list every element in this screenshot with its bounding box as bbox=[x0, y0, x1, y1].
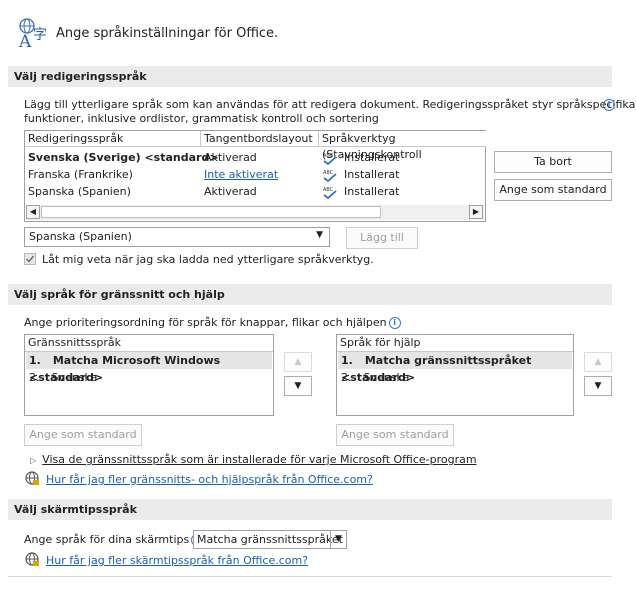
row-proofing: ABC Installerat bbox=[322, 185, 400, 200]
move-down-button[interactable]: ▼ bbox=[284, 376, 312, 396]
language-icon: A 字 bbox=[17, 17, 51, 52]
spellcheck-icon: ABC bbox=[322, 169, 338, 183]
more-ui-languages-link[interactable]: Hur får jag fler gränssnitts- och hjälps… bbox=[46, 473, 373, 486]
scrollbar-thumb[interactable] bbox=[41, 206, 381, 218]
screentip-label: Ange språk för dina skärmtipsi bbox=[24, 533, 204, 546]
ui-help-description: Ange prioriteringsordning för språk för … bbox=[24, 316, 401, 329]
svg-text:ABC: ABC bbox=[323, 187, 334, 193]
list-item[interactable]: 2. Svenska bbox=[26, 369, 272, 386]
svg-text:A: A bbox=[18, 32, 32, 49]
chevron-down-icon[interactable]: ▼ bbox=[330, 531, 346, 548]
info-icon: i bbox=[603, 98, 615, 111]
help-move-down-button[interactable]: ▼ bbox=[584, 376, 612, 396]
table-row[interactable]: Franska (Frankrike) Inte aktiverat ABC In… bbox=[25, 166, 485, 183]
column-header-proofing[interactable]: Språkverktyg (Stavningskontroll bbox=[319, 131, 486, 161]
download-proofing-checkbox[interactable] bbox=[24, 253, 36, 265]
row-proofing: ABC Installerat bbox=[322, 168, 400, 183]
checkbox-label: Låt mig veta när jag ska ladda ned ytter… bbox=[42, 253, 374, 266]
ui-language-list[interactable]: Gränssnittsspråk 1. Matcha Microsoft Wind… bbox=[24, 334, 274, 416]
table-row[interactable]: Svenska (Sverige) <standard> Aktiverad A… bbox=[25, 149, 485, 166]
help-move-up-button[interactable]: ▲ bbox=[584, 352, 612, 372]
help-language-list[interactable]: Språk för hjälp 1. Matcha gränssnittssprå… bbox=[336, 334, 574, 416]
row-proofing: ABC Installerat bbox=[322, 151, 400, 166]
section-ui-help-language: Välj språk för gränssnitt och hjälp bbox=[8, 284, 612, 305]
globe-icon bbox=[24, 470, 40, 489]
svg-text:字: 字 bbox=[33, 27, 47, 43]
list-item[interactable]: 1. Matcha gränssnittsspråket <standard> bbox=[338, 352, 572, 384]
show-installed-languages-link[interactable]: ▷ Visa de gränssnittsspråk som är install… bbox=[30, 453, 477, 466]
editing-description-line2: funktioner, inklusive ordlistor, grammat… bbox=[24, 112, 379, 125]
list-item[interactable]: 2. Svenska bbox=[338, 369, 572, 386]
dropdown-value: Spanska (Spanien) bbox=[29, 230, 132, 243]
spellcheck-icon: ABC bbox=[322, 186, 338, 200]
row-language: Svenska (Sverige) <standard> bbox=[28, 151, 219, 164]
help-set-default-button[interactable]: Ange som standard bbox=[336, 424, 454, 446]
chevron-down-icon: ▼ bbox=[316, 230, 323, 240]
scroll-left-icon[interactable]: ◀ bbox=[26, 205, 40, 219]
scroll-right-icon[interactable]: ▶ bbox=[469, 205, 483, 219]
column-header-language[interactable]: Redigeringsspråk bbox=[25, 131, 201, 147]
table-row[interactable]: Spanska (Spanien) Aktiverad ABC Installer… bbox=[25, 183, 485, 200]
row-language: Franska (Frankrike) bbox=[28, 168, 133, 181]
row-language: Spanska (Spanien) bbox=[28, 185, 131, 198]
remove-button[interactable]: Ta bort bbox=[494, 151, 612, 173]
dropdown-value: Matcha gränssnittsspråket bbox=[197, 533, 343, 546]
keyboard-not-enabled-link[interactable]: Inte aktiverat bbox=[204, 166, 278, 183]
editing-language-dropdown[interactable]: Spanska (Spanien) ▼ bbox=[24, 227, 330, 247]
move-up-button[interactable]: ▲ bbox=[284, 352, 312, 372]
bottom-divider bbox=[8, 576, 612, 577]
page-title: Ange språkinställningar för Office. bbox=[56, 26, 279, 41]
expand-icon: ▷ bbox=[30, 456, 37, 465]
globe-icon bbox=[24, 551, 40, 570]
add-button[interactable]: Lägg till bbox=[346, 227, 418, 249]
editing-languages-table[interactable]: Redigeringsspråk Tangentbordslayout Språ… bbox=[24, 130, 486, 222]
editing-description-line1: Lägg till ytterligare språk som kan anvä… bbox=[24, 98, 636, 111]
section-screentip-language: Välj skärmtipsspråk bbox=[8, 499, 612, 520]
svg-text:ABC: ABC bbox=[323, 170, 334, 176]
svg-text:ABC: ABC bbox=[323, 153, 334, 159]
spellcheck-icon: ABC bbox=[322, 152, 338, 166]
ui-list-header: Gränssnittsspråk bbox=[25, 335, 273, 352]
set-default-button[interactable]: Ange som standard bbox=[494, 179, 612, 201]
column-header-keyboard[interactable]: Tangentbordslayout bbox=[201, 131, 319, 147]
info-icon: i bbox=[388, 317, 401, 329]
horizontal-scrollbar[interactable]: ◀ ▶ bbox=[26, 205, 484, 220]
list-item[interactable]: 1. Matcha Microsoft Windows <standard> bbox=[26, 352, 272, 384]
ui-set-default-button[interactable]: Ange som standard bbox=[24, 424, 142, 446]
more-screentip-languages-link[interactable]: Hur får jag fler skärmtipsspråk från Off… bbox=[46, 554, 308, 567]
section-editing-language: Välj redigeringsspråk bbox=[8, 66, 612, 87]
row-keyboard: Aktiverad bbox=[204, 151, 257, 164]
screentip-language-dropdown[interactable]: Matcha gränssnittsspråket ▼ bbox=[193, 530, 347, 549]
row-keyboard: Aktiverad bbox=[204, 185, 257, 198]
help-list-header: Språk för hjälp bbox=[337, 335, 573, 352]
